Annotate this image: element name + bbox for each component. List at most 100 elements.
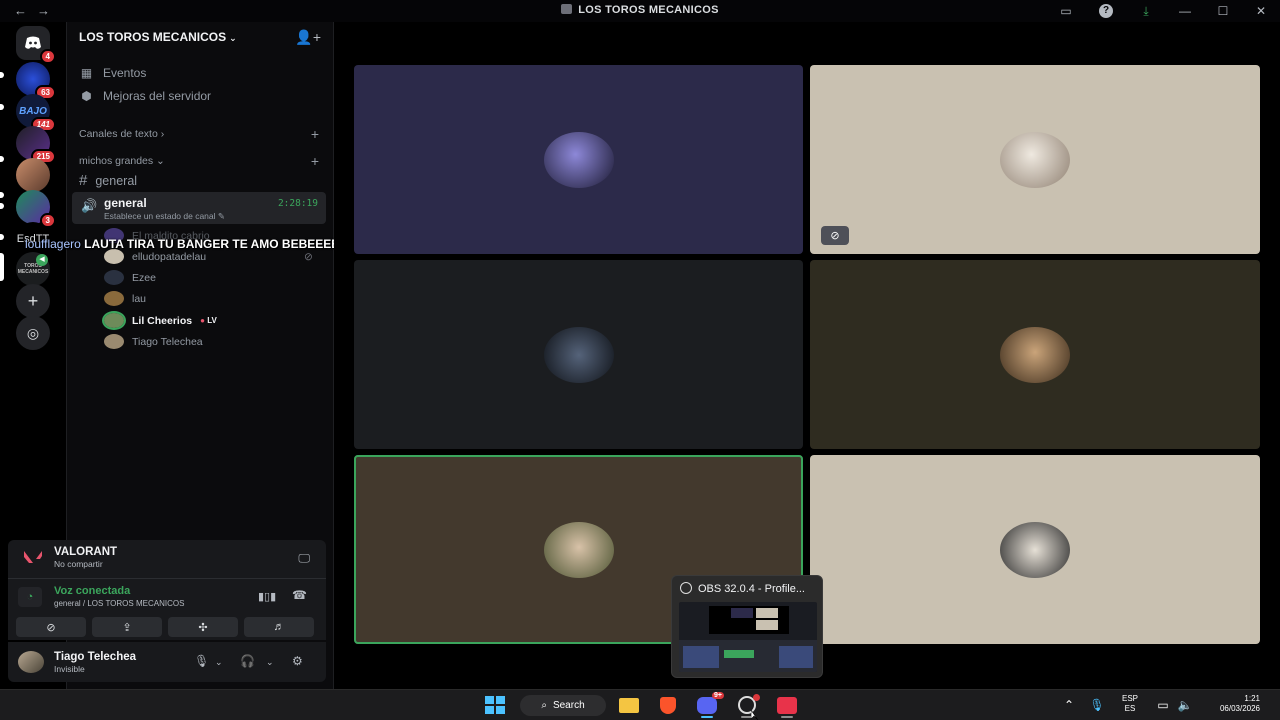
noise-suppression-icon[interactable]: ▮▯▮ [258, 590, 276, 603]
member-tag: ● LV [200, 316, 217, 325]
tray-chevron-icon[interactable]: ⌃ [1062, 696, 1076, 714]
server-icon-2[interactable]: BAJO 141 [16, 94, 56, 132]
text-channel-general[interactable]: # general [79, 172, 137, 189]
voice-channel-path[interactable]: general / LOS TOROS MECANICOS [54, 599, 184, 608]
video-tile[interactable] [810, 455, 1260, 644]
voice-speaker-icon: ◀ [36, 254, 48, 266]
taskbar-search[interactable]: ⌕ Search [520, 695, 606, 716]
discord-taskbar-icon[interactable]: 9+ [696, 692, 724, 714]
selected-pill [0, 253, 4, 281]
server-icon-3[interactable]: 215 [16, 126, 56, 164]
close-button[interactable]: ✕ [1242, 0, 1280, 22]
server-icon [561, 4, 573, 14]
volume-icon[interactable]: 🔈 [1178, 696, 1193, 714]
voice-channel-name: general [104, 196, 147, 210]
chevron-right-icon: › [160, 128, 165, 140]
discord-home-button[interactable]: 4 [16, 26, 56, 64]
video-tile[interactable] [354, 260, 803, 449]
participant-avatar [543, 326, 614, 383]
clock[interactable]: 1:21 06/03/2026 [1200, 694, 1260, 714]
discord-logo-icon [25, 36, 41, 49]
inbox-icon[interactable]: ▭ [1046, 0, 1086, 22]
minimize-button[interactable]: — [1166, 0, 1204, 22]
game-name: VALORANT [54, 546, 118, 558]
language-indicator[interactable]: ESP ES [1118, 694, 1142, 714]
user-status: Invisible [54, 664, 85, 674]
unread-pill [0, 72, 4, 78]
avatar [104, 291, 124, 306]
server-icon-5[interactable]: 3 [16, 190, 56, 228]
soundboard-button[interactable]: ♬ [244, 617, 314, 637]
unread-pill [0, 234, 4, 240]
chevron-down-icon: ⌄ [156, 155, 165, 167]
video-tile[interactable]: ⊘ [810, 65, 1260, 254]
user-panel: Tiago Telechea Invisible 🎙 ⌄ 🎧 ⌄ ⚙ [8, 642, 326, 682]
avatar [102, 311, 126, 330]
search-icon: ⌕ [541, 700, 547, 711]
participant-avatar [1000, 326, 1070, 383]
file-explorer-icon[interactable] [618, 696, 640, 714]
valorant-taskbar-icon[interactable] [776, 696, 798, 714]
category-text-channels[interactable]: Canales de texto › + [79, 126, 319, 142]
hash-icon: # [79, 172, 88, 189]
category-michos-grandes[interactable]: michos grandes ⌄ + [79, 153, 319, 169]
server-icon-toros[interactable]: TOROS MECANICOS ◀ [16, 252, 50, 286]
unread-pill [0, 156, 4, 162]
participant-avatar [543, 521, 614, 578]
voice-member[interactable]: Lil Cheerios ● LV [102, 311, 217, 330]
disconnect-icon[interactable]: ☎ [292, 588, 307, 602]
avatar [104, 249, 124, 264]
calendar-icon: ▦ [80, 66, 93, 80]
obs-window-thumbnail [679, 602, 817, 672]
settings-gear-icon[interactable]: ⚙ [292, 654, 303, 668]
obs-taskbar-preview[interactable]: OBS 32.0.4 - Profile... [671, 575, 823, 678]
signal-icon[interactable]: ◔ [18, 587, 42, 607]
active-indicator [781, 716, 793, 718]
windows-taskbar: ⌕ Search 9+ ⌃ 🎙 ESP ES ▭ 🔈 1:21 06/03/2026 [0, 689, 1280, 720]
brave-browser-icon[interactable] [658, 696, 678, 714]
avatar[interactable] [18, 651, 44, 673]
title-bar: ←→ LOS TOROS MECANICOS ▭ ? ⤓ — ☐ ✕ [0, 0, 1280, 22]
voice-member[interactable]: Tiago Telechea [104, 333, 203, 350]
unread-pill [0, 192, 4, 198]
chevron-down-icon[interactable]: ⌄ [215, 657, 223, 668]
add-channel-icon[interactable]: + [311, 126, 319, 142]
headphones-icon[interactable]: 🎧 [240, 654, 255, 668]
participant-avatar [1000, 521, 1070, 578]
menu-item-mejoras[interactable]: ⬢ Mejoras del servidor [79, 89, 211, 103]
video-tile[interactable] [354, 65, 803, 254]
add-channel-icon[interactable]: + [311, 153, 319, 169]
activities-button[interactable]: ✣ [168, 617, 238, 637]
help-icon[interactable]: ? [1086, 0, 1126, 22]
voice-timer: 2:28:19 [277, 198, 318, 209]
download-icon[interactable]: ⤓ [1126, 0, 1166, 22]
server-name-header[interactable]: LOS TOROS MECANICOS ⌄ [79, 30, 237, 44]
chat-overlay: loufflagero LAUTA TIRA TU BANGER TE AMO … [25, 237, 348, 251]
mouse-cursor-icon [751, 710, 759, 720]
obs-icon [680, 582, 692, 594]
voice-member[interactable]: lau [104, 290, 146, 307]
voice-member[interactable]: Ezee [104, 269, 156, 286]
server-icon-4[interactable] [16, 158, 50, 192]
maximize-button[interactable]: ☐ [1204, 0, 1242, 22]
share-screen-icon[interactable]: 🖵 [298, 551, 310, 566]
menu-item-eventos[interactable]: ▦ Eventos [79, 66, 147, 80]
add-server-button[interactable]: + [16, 284, 50, 318]
chevron-down-icon[interactable]: ⌄ [266, 657, 274, 668]
microphone-icon[interactable]: 🎙 [194, 654, 209, 668]
video-tile[interactable] [810, 260, 1260, 449]
speaker-icon: 🔊 [81, 198, 98, 213]
invite-people-icon[interactable]: 👤+ [295, 29, 321, 46]
server-icon-1[interactable]: 63 [16, 62, 56, 100]
network-icon[interactable]: ▭ [1156, 696, 1170, 714]
voice-channel-general[interactable]: 🔊 general Establece un estado de canal ✎… [72, 192, 326, 224]
discover-button[interactable]: ◎ [16, 316, 50, 350]
screen-share-button[interactable]: ⇪ [92, 617, 162, 637]
avatar [104, 334, 124, 349]
activity-panel: VALORANT No compartir 🖵 [8, 540, 326, 578]
windows-start-icon[interactable] [484, 696, 506, 714]
camera-off-button[interactable]: ⊘ [16, 617, 86, 637]
microphone-tray-icon[interactable]: 🎙 [1089, 696, 1104, 714]
channel-status-prompt[interactable]: Establece un estado de canal ✎ [104, 211, 225, 222]
participant-avatar [543, 131, 614, 188]
